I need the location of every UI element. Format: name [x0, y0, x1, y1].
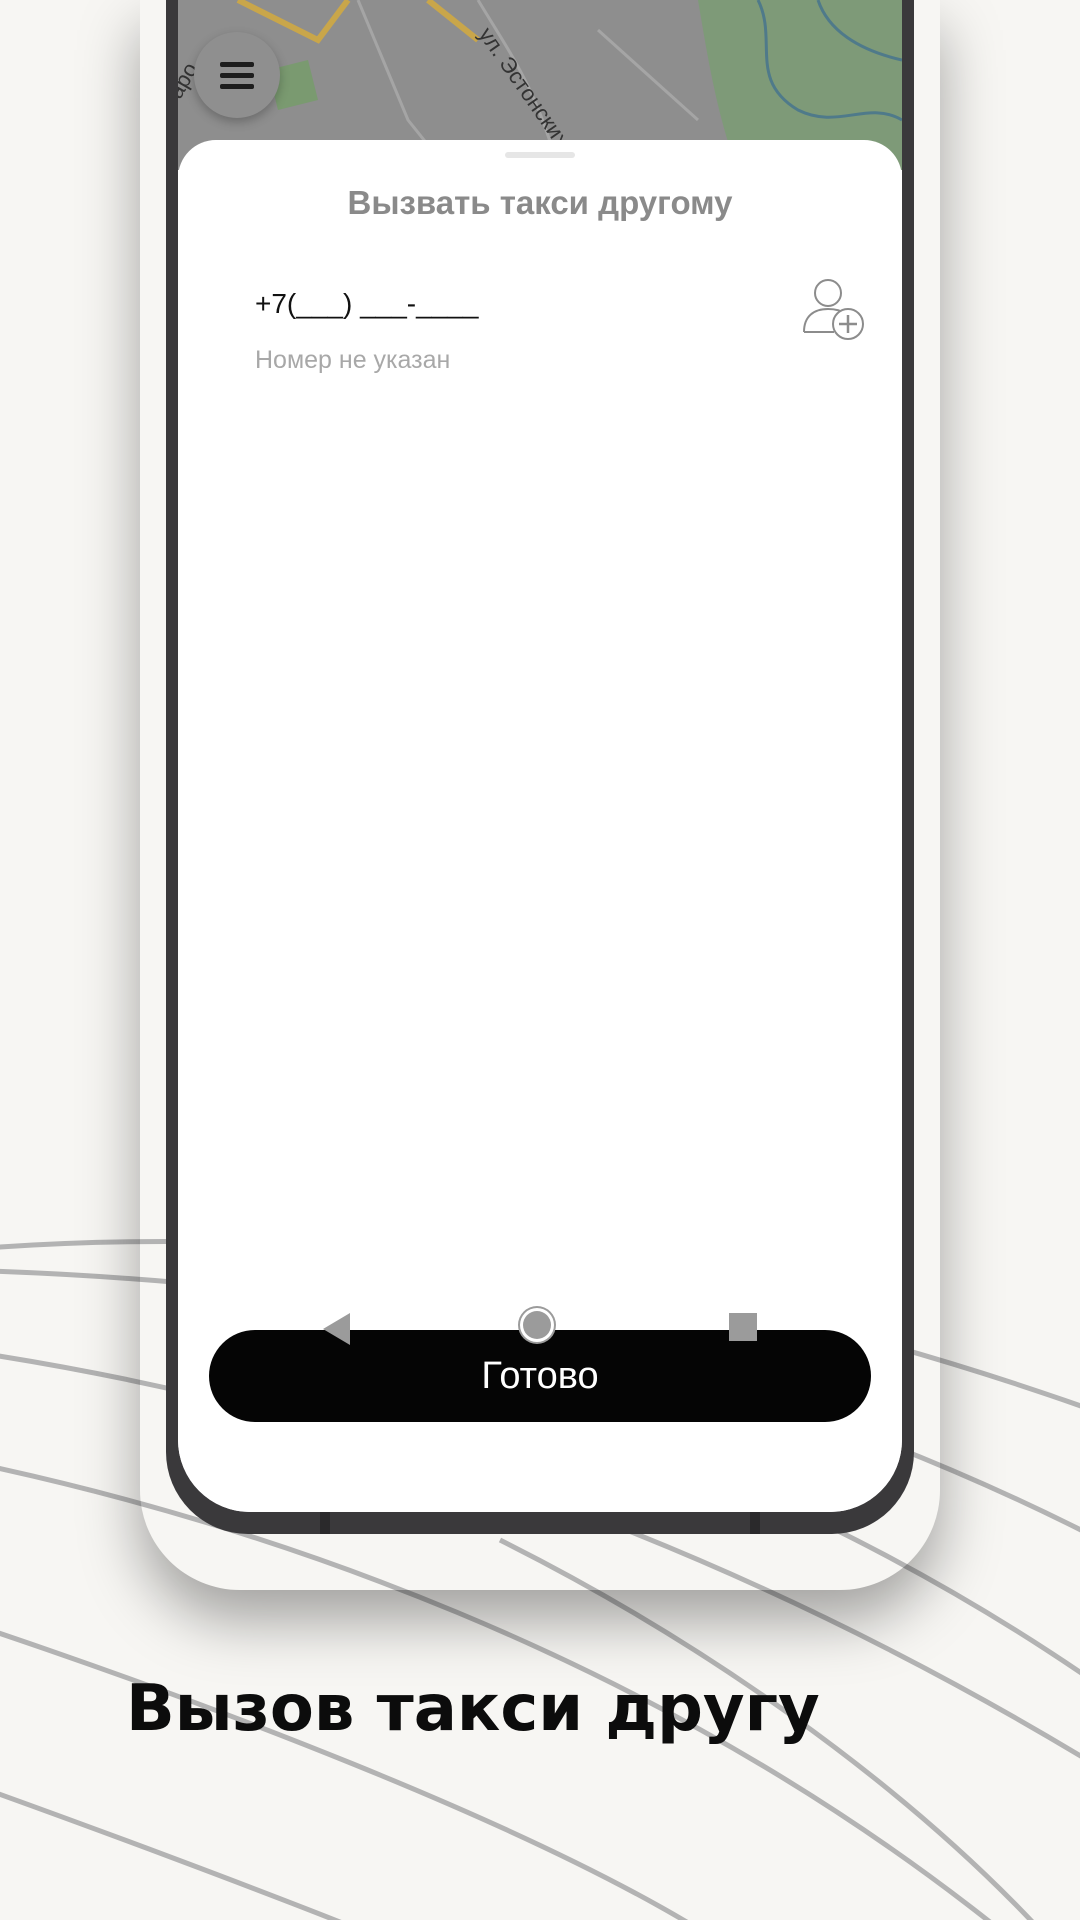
system-nav-bar	[178, 1295, 902, 1365]
back-triangle-icon[interactable]	[323, 1313, 350, 1345]
phone-button-left	[320, 1512, 330, 1534]
recent-square-icon[interactable]	[729, 1313, 757, 1341]
add-contact-button[interactable]	[800, 276, 866, 342]
phone-number-hint: Номер не указан	[255, 346, 451, 374]
phone-screen: ул. Эстонских аро Вызвать такси другому …	[178, 0, 902, 1512]
add-person-icon	[803, 279, 864, 340]
phone-button-right	[750, 1512, 760, 1534]
sheet-title: Вызвать такси другому	[347, 184, 733, 221]
sheet-drag-handle[interactable]	[505, 152, 575, 158]
promo-canvas: ул. Эстонских аро Вызвать такси другому …	[0, 0, 1080, 1920]
home-circle-icon[interactable]	[523, 1311, 551, 1339]
phone-number-input[interactable]: +7(___) ___-____	[255, 288, 478, 320]
promo-caption: Вызов такси другу	[126, 1672, 820, 1746]
hamburger-icon	[220, 56, 254, 95]
menu-button[interactable]	[194, 32, 280, 118]
